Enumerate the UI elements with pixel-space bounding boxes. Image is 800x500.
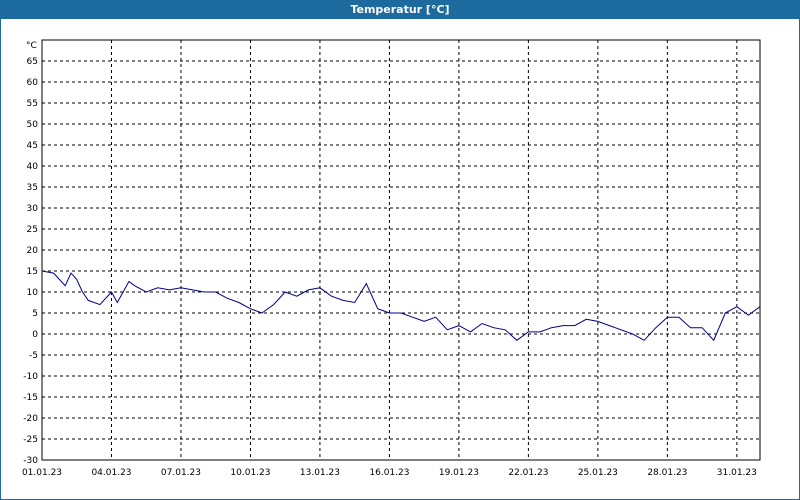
y-tick-label: 55 [27,99,38,109]
x-tick-label: 19.01.23 [439,468,479,478]
x-tick-label: 04.01.23 [91,468,131,478]
y-tick-label: 0 [32,330,38,340]
x-tick-labels: 01.01.23 04.01.23 07.01.23 10.01.23 13.01.23… [22,468,757,478]
y-tick-label: 10 [27,288,39,298]
y-tick-label: 50 [27,120,39,130]
y-tick-label: 20 [27,246,39,256]
y-tick-label: -20 [23,414,38,424]
y-tick-label: 15 [27,267,38,277]
y-tick-label: -15 [23,393,38,403]
y-tick-label: 25 [27,225,38,235]
x-tick-label: 10.01.23 [230,468,270,478]
x-tick-label: 25.01.23 [578,468,618,478]
y-tick-label: 40 [27,162,39,172]
y-tick-label: 45 [27,141,38,151]
chart-plot: -30 -25 -20 -15 -10 -5 0 5 10 15 20 25 30 35 40 45 50 55 6… [22,39,761,478]
y-tick-label: 65 [27,57,38,67]
y-tick-label: 30 [27,204,39,214]
x-tick-label: 28.01.23 [647,468,687,478]
y-tick-label: 35 [27,183,38,193]
plot-area [41,39,761,461]
x-tick-label: 31.01.23 [717,468,757,478]
x-tick-label: 01.01.23 [22,468,62,478]
x-tick-label: 16.01.23 [369,468,409,478]
x-tick-label: 22.01.23 [508,468,548,478]
x-tick-label: 13.01.23 [300,468,340,478]
y-tick-label: 5 [32,309,38,319]
y-tick-label: -10 [23,372,38,382]
y-axis-unit-label: °C [26,41,37,51]
y-tick-label: -30 [23,456,38,466]
y-tick-labels: -30 -25 -20 -15 -10 -5 0 5 10 15 20 25 30 35 40 45 50 55 6… [23,57,38,466]
x-tick-label: 07.01.23 [161,468,201,478]
y-tick-label: -25 [23,435,38,445]
y-tick-label: -5 [29,351,38,361]
y-tick-label: 60 [27,78,39,88]
